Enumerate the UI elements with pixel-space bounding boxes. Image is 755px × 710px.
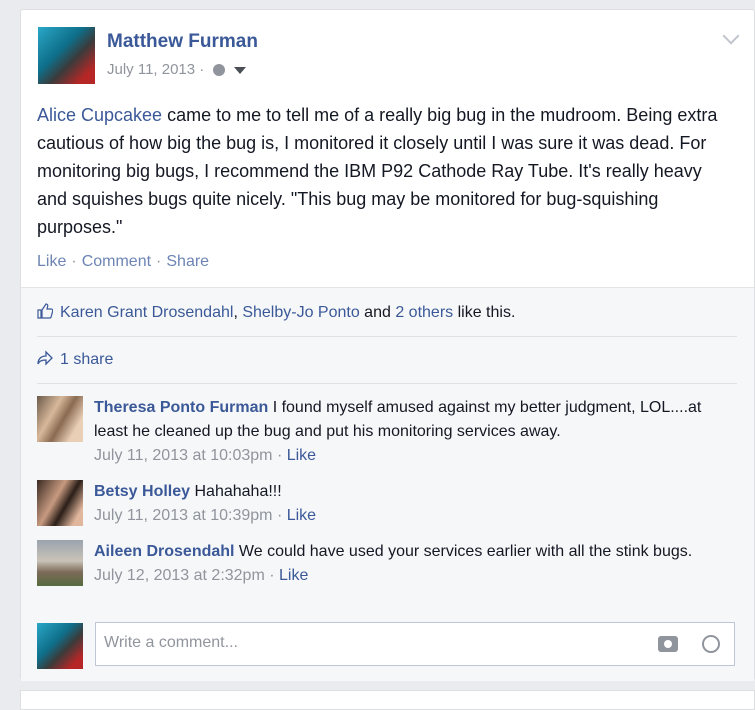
like-link[interactable]: Like bbox=[37, 253, 66, 270]
post-meta: July 11, 2013 · bbox=[107, 61, 246, 78]
emoji-icon[interactable] bbox=[702, 635, 720, 653]
comment-text: We could have used your services earlier… bbox=[234, 543, 693, 560]
share-link[interactable]: Share bbox=[166, 253, 209, 270]
comment-meta: July 11, 2013 at 10:03pm · Like bbox=[94, 447, 317, 464]
comment-input[interactable]: Write a comment... bbox=[95, 622, 735, 666]
thumbs-up-icon bbox=[37, 303, 53, 319]
camera-icon[interactable] bbox=[658, 636, 678, 652]
chevron-down-icon[interactable] bbox=[722, 27, 740, 45]
commenter-avatar[interactable] bbox=[37, 540, 83, 586]
composer-avatar bbox=[37, 623, 83, 669]
likes-summary: Karen Grant Drosendahl, Shelby-Jo Ponto … bbox=[37, 303, 515, 322]
author-avatar[interactable] bbox=[38, 27, 95, 84]
post-text: Alice Cupcakee came to me to tell me of … bbox=[37, 101, 727, 241]
comment-placeholder: Write a comment... bbox=[104, 634, 238, 651]
commenter-avatar[interactable] bbox=[37, 480, 83, 526]
comment-text: Hahahaha!!! bbox=[190, 483, 282, 500]
others-link[interactable]: 2 others bbox=[395, 304, 453, 321]
commenter-name[interactable]: Betsy Holley bbox=[94, 483, 190, 500]
liker-link[interactable]: Shelby-Jo Ponto bbox=[242, 304, 359, 321]
post-date[interactable]: July 11, 2013 · bbox=[107, 61, 204, 78]
share-arrow-icon bbox=[37, 350, 53, 366]
post-card: Matthew Furman July 11, 2013 · Alice Cup… bbox=[20, 9, 755, 681]
commenter-name[interactable]: Aileen Drosendahl bbox=[94, 543, 234, 560]
divider bbox=[37, 383, 737, 384]
comment-like-link[interactable]: Like bbox=[287, 447, 316, 464]
comment-like-link[interactable]: Like bbox=[279, 567, 308, 584]
post-actions: Like · Comment · Share bbox=[37, 253, 210, 270]
comment-like-link[interactable]: Like bbox=[287, 507, 316, 524]
shares-link[interactable]: 1 share bbox=[37, 350, 113, 369]
liker-link[interactable]: Karen Grant Drosendahl bbox=[60, 304, 233, 321]
comment-meta: July 11, 2013 at 10:39pm · Like bbox=[94, 507, 317, 524]
comment-meta: July 12, 2013 at 2:32pm · Like bbox=[94, 567, 309, 584]
author-name[interactable]: Matthew Furman bbox=[107, 31, 258, 53]
globe-icon bbox=[213, 64, 226, 77]
ufi-section: Karen Grant Drosendahl, Shelby-Jo Ponto … bbox=[21, 287, 754, 681]
caret-down-icon[interactable] bbox=[233, 66, 246, 74]
mention-link[interactable]: Alice Cupcakee bbox=[37, 105, 162, 125]
commenter-name[interactable]: Theresa Ponto Furman bbox=[94, 399, 268, 416]
comment-link[interactable]: Comment bbox=[82, 253, 151, 270]
comment-time[interactable]: July 12, 2013 at 2:32pm bbox=[94, 567, 265, 584]
likes-suffix: like this. bbox=[453, 304, 516, 321]
commenter-avatar[interactable] bbox=[37, 396, 83, 442]
shares-label: 1 share bbox=[60, 351, 114, 368]
likes-and: and bbox=[359, 304, 396, 321]
comment-time[interactable]: July 11, 2013 at 10:39pm bbox=[94, 507, 273, 524]
comment-time[interactable]: July 11, 2013 at 10:03pm bbox=[94, 447, 273, 464]
likes-sep: , bbox=[233, 304, 243, 321]
next-post-card bbox=[20, 690, 755, 710]
divider bbox=[37, 336, 737, 337]
